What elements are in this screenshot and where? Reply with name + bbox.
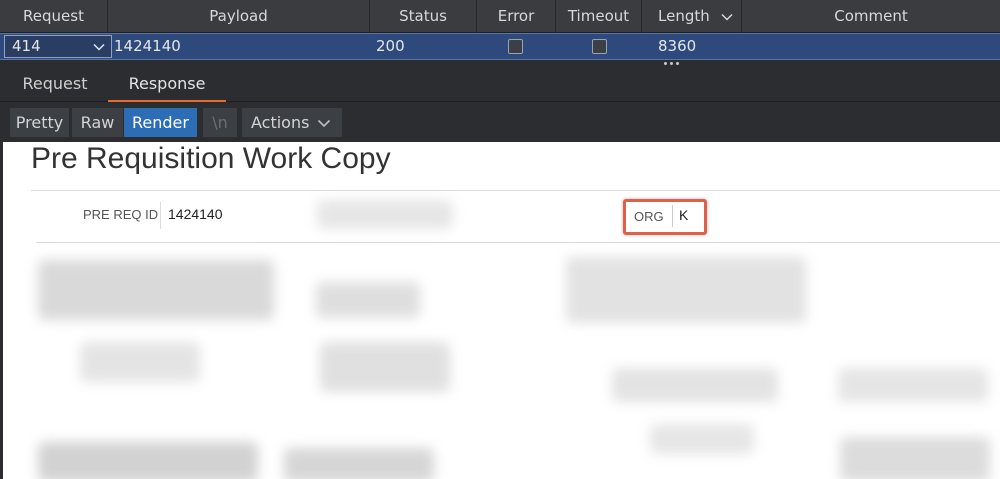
request-cell[interactable]: 414 bbox=[0, 34, 112, 59]
render-button[interactable]: Render bbox=[124, 108, 197, 137]
redacted-region bbox=[320, 342, 450, 392]
column-header-error[interactable]: Error bbox=[477, 0, 556, 33]
redacted-region bbox=[284, 448, 434, 479]
divider bbox=[36, 242, 1000, 243]
newline-toggle-button[interactable]: \n bbox=[203, 108, 237, 137]
redacted-region bbox=[80, 342, 200, 382]
render-left-border bbox=[0, 142, 3, 479]
column-header-length-label: Length bbox=[658, 7, 710, 25]
pre-req-id-label: PRE REQ ID bbox=[83, 207, 159, 222]
status-cell: 200 bbox=[376, 37, 405, 55]
message-tabs: Request Response bbox=[0, 68, 1000, 102]
redacted-region bbox=[838, 368, 988, 402]
column-header-request[interactable]: Request bbox=[0, 0, 108, 33]
actions-button[interactable]: Actions bbox=[242, 108, 342, 137]
org-label: ORG bbox=[634, 209, 664, 224]
raw-button[interactable]: Raw bbox=[72, 108, 123, 137]
redacted-region bbox=[612, 368, 778, 402]
redacted-region bbox=[38, 442, 258, 479]
timeout-cell bbox=[556, 34, 642, 59]
results-table-header: Request Payload Status Error Timeout Len… bbox=[0, 0, 1000, 33]
tab-request[interactable]: Request bbox=[8, 68, 102, 102]
timeout-checkbox[interactable] bbox=[592, 39, 607, 54]
redacted-region bbox=[38, 260, 274, 320]
table-row[interactable]: 414 1424140 200 8360 bbox=[0, 33, 1000, 60]
redacted-region bbox=[317, 200, 453, 229]
field-separator bbox=[672, 205, 673, 227]
chevron-down-icon bbox=[93, 36, 105, 57]
payload-cell: 1424140 bbox=[114, 37, 181, 55]
redacted-region bbox=[840, 437, 990, 479]
page-title: Pre Requisition Work Copy bbox=[31, 142, 391, 175]
chevron-down-icon bbox=[721, 0, 733, 33]
org-value: K bbox=[679, 207, 689, 223]
tab-response[interactable]: Response bbox=[108, 68, 226, 102]
actions-button-label: Actions bbox=[251, 113, 310, 132]
highlighted-org-field: ORG K bbox=[623, 199, 707, 235]
pre-req-id-value: 1424140 bbox=[168, 206, 223, 222]
redacted-region bbox=[316, 282, 420, 318]
divider bbox=[31, 190, 1000, 191]
error-checkbox[interactable] bbox=[508, 39, 523, 54]
redacted-region bbox=[650, 424, 754, 454]
request-select-value: 414 bbox=[12, 37, 41, 55]
rendered-response-view: Pre Requisition Work Copy PRE REQ ID 142… bbox=[0, 142, 1000, 479]
error-cell bbox=[477, 34, 556, 59]
chevron-down-icon bbox=[317, 108, 331, 137]
column-header-timeout[interactable]: Timeout bbox=[556, 0, 642, 33]
column-header-comment[interactable]: Comment bbox=[742, 0, 1000, 33]
field-separator bbox=[160, 202, 161, 229]
request-select[interactable]: 414 bbox=[4, 35, 112, 58]
view-toolbar: Pretty Raw Render \n Actions bbox=[0, 102, 1000, 142]
column-header-status[interactable]: Status bbox=[370, 0, 477, 33]
column-header-payload[interactable]: Payload bbox=[108, 0, 370, 33]
comment-cell[interactable] bbox=[742, 34, 1000, 59]
length-cell: 8360 bbox=[658, 37, 697, 55]
column-header-length[interactable]: Length bbox=[642, 0, 742, 33]
pretty-button[interactable]: Pretty bbox=[10, 108, 69, 137]
redacted-region bbox=[566, 257, 806, 323]
